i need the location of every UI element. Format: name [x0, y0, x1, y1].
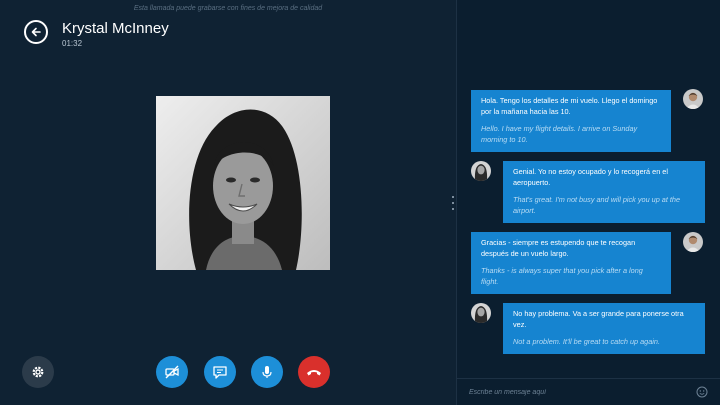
video-toggle-button[interactable] [156, 356, 188, 388]
caller-name: Krystal McInney [62, 20, 169, 37]
call-pane: Esta llamada puede grabarse con fines de… [0, 0, 456, 405]
contact-avatar [471, 161, 491, 181]
message-bubble-self: Gracias - siempre es estupendo que te re… [471, 232, 671, 294]
message-translation-text: Thanks - is always super that you pick a… [481, 265, 643, 286]
contact-avatar-icon [471, 303, 491, 323]
message-translation-text: Hello. I have my flight details. I arriv… [481, 123, 638, 144]
microphone-icon [262, 366, 272, 378]
call-timer: 01:32 [62, 39, 83, 48]
gear-icon [32, 366, 44, 378]
contact-avatar-icon [471, 161, 491, 181]
message-input[interactable] [469, 384, 679, 400]
self-avatar [683, 232, 703, 252]
chat-pane: Hola. Tengo los detalles de mi vuelo. Ll… [457, 0, 720, 405]
video-off-icon [165, 365, 179, 379]
message-translation-text: That's great. I'm not busy and will pick… [513, 194, 681, 215]
contact-avatar [471, 303, 491, 323]
hang-up-icon [307, 370, 321, 376]
end-call-button[interactable] [298, 356, 330, 388]
caller-portrait [156, 96, 330, 270]
message-original-text: Gracias - siempre es estupendo que te re… [481, 238, 636, 258]
back-arrow-icon [31, 27, 41, 37]
user-avatar-icon [683, 232, 703, 252]
back-button[interactable] [24, 20, 48, 44]
chat-button[interactable] [204, 356, 236, 388]
emoji-button[interactable] [695, 385, 708, 398]
message-original-text: Genial. Yo no estoy ocupado y lo recoger… [513, 167, 668, 187]
self-avatar [683, 89, 703, 109]
message-bubble-contact: Genial. Yo no estoy ocupado y lo recoger… [503, 161, 705, 223]
message-bubble-contact: No hay problema. Va a ser grande para po… [503, 303, 705, 354]
message-composer [457, 378, 720, 405]
resize-handle[interactable] [450, 196, 456, 210]
chat-icon [213, 366, 227, 379]
message-bubble-self: Hola. Tengo los detalles de mi vuelo. Ll… [471, 90, 671, 152]
settings-button[interactable] [22, 356, 54, 388]
smiley-icon [696, 386, 707, 397]
user-avatar-icon [683, 89, 703, 109]
message-original-text: Hola. Tengo los detalles de mi vuelo. Ll… [481, 96, 658, 116]
microphone-button[interactable] [251, 356, 283, 388]
remote-video-feed [156, 96, 330, 270]
message-translation-text: Not a problem. It'll be great to catch u… [513, 336, 661, 346]
message-original-text: No hay problema. Va a ser grande para po… [513, 309, 684, 329]
recording-disclaimer: Esta llamada puede grabarse con fines de… [133, 5, 323, 12]
